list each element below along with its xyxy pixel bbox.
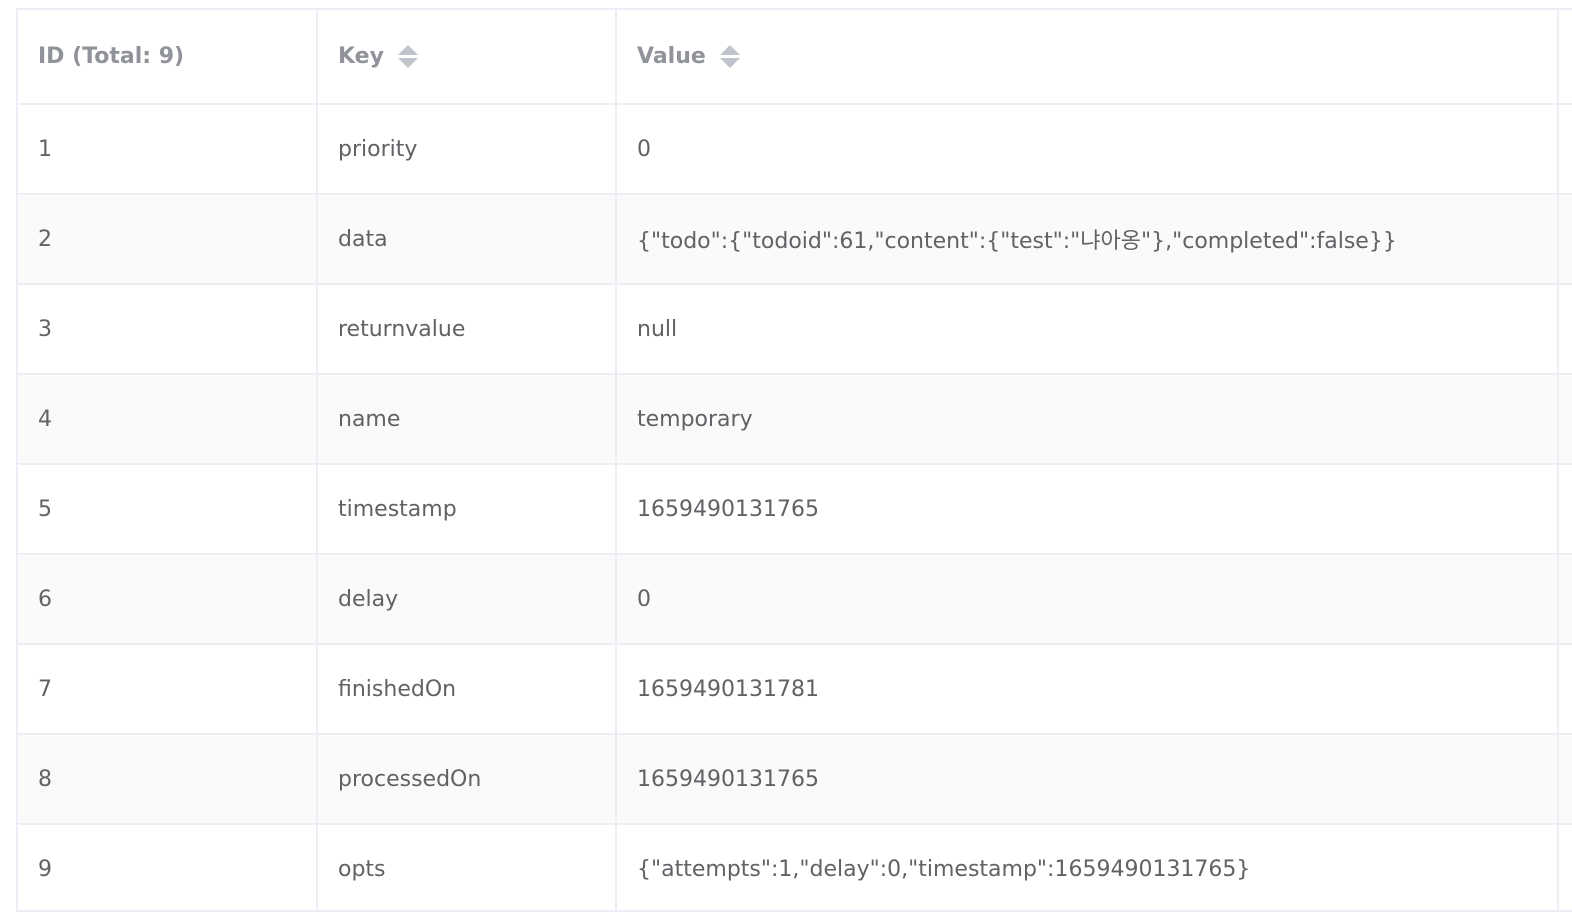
cell-value: 0 [616, 104, 1559, 195]
cell-id: 3 [18, 284, 318, 375]
cell-value: {"todo":{"todoid":61,"content":{"test":"… [616, 194, 1559, 285]
cell-value: null [616, 284, 1559, 375]
cell-extra [1558, 104, 1572, 195]
cell-key: finishedOn [317, 644, 617, 735]
sort-caret-icon[interactable] [719, 43, 740, 71]
cell-extra [1558, 464, 1572, 555]
table-row: 4 name temporary [18, 374, 1572, 465]
cell-key: delay [317, 554, 617, 645]
cell-id: 9 [18, 824, 318, 910]
cell-id: 7 [18, 644, 318, 735]
cell-key: data [317, 194, 617, 285]
cell-value: 1659490131765 [616, 734, 1559, 825]
table-row: 6 delay 0 [18, 554, 1572, 645]
cell-id: 4 [18, 374, 318, 465]
table-row: 2 data {"todo":{"todoid":61,"content":{"… [18, 194, 1572, 285]
cell-id: 5 [18, 464, 318, 555]
table-header: ID (Total: 9) Key Value [18, 10, 1572, 105]
cell-extra [1558, 194, 1572, 285]
cell-key: opts [317, 824, 617, 910]
cell-extra [1558, 644, 1572, 735]
cell-extra [1558, 284, 1572, 375]
cell-key: processedOn [317, 734, 617, 825]
sort-ascending-icon[interactable] [397, 45, 418, 55]
cell-id: 6 [18, 554, 318, 645]
cell-key: returnvalue [317, 284, 617, 375]
table-row: 8 processedOn 1659490131765 [18, 734, 1572, 825]
cell-value: temporary [616, 374, 1559, 465]
column-header-key[interactable]: Key [317, 10, 617, 105]
sort-descending-icon[interactable] [719, 58, 740, 68]
cell-extra [1558, 734, 1572, 825]
sort-caret-icon[interactable] [397, 43, 418, 71]
cell-key: priority [317, 104, 617, 195]
column-header-id-label: ID (Total: 9) [38, 44, 185, 69]
cell-extra [1558, 554, 1572, 645]
cell-value: 1659490131781 [616, 644, 1559, 735]
cell-extra [1558, 374, 1572, 465]
column-header-key-label: Key [338, 44, 384, 69]
cell-key: name [317, 374, 617, 465]
cell-id: 1 [18, 104, 318, 195]
cell-id: 8 [18, 734, 318, 825]
job-data-table: ID (Total: 9) Key Value 1 priority 0 2 d… [16, 8, 1572, 912]
table-row: 5 timestamp 1659490131765 [18, 464, 1572, 555]
column-header-id: ID (Total: 9) [18, 10, 318, 105]
header-row: ID (Total: 9) Key Value [18, 10, 1572, 105]
sort-descending-icon[interactable] [397, 58, 418, 68]
table-row: 3 returnvalue null [18, 284, 1572, 375]
data-table: ID (Total: 9) Key Value 1 priority 0 2 d… [18, 10, 1572, 910]
table-row: 9 opts {"attempts":1,"delay":0,"timestam… [18, 824, 1572, 910]
column-header-value-label: Value [637, 44, 706, 69]
cell-value: 0 [616, 554, 1559, 645]
column-header-value[interactable]: Value [616, 10, 1559, 105]
cell-id: 2 [18, 194, 318, 285]
sort-ascending-icon[interactable] [719, 45, 740, 55]
table-row: 1 priority 0 [18, 104, 1572, 195]
cell-value: 1659490131765 [616, 464, 1559, 555]
cell-extra [1558, 824, 1572, 910]
cell-value: {"attempts":1,"delay":0,"timestamp":1659… [616, 824, 1559, 910]
column-header-extra [1558, 10, 1572, 105]
table-body: 1 priority 0 2 data {"todo":{"todoid":61… [18, 104, 1572, 910]
table-row: 7 finishedOn 1659490131781 [18, 644, 1572, 735]
cell-key: timestamp [317, 464, 617, 555]
